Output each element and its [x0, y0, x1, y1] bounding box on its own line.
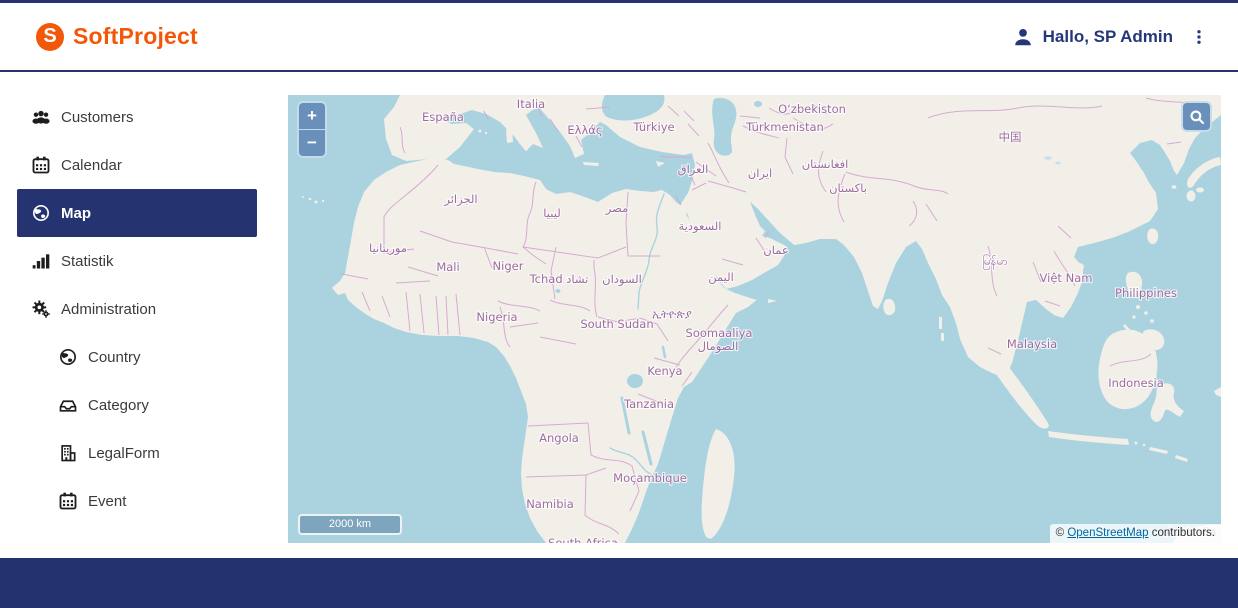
zoom-control: + − — [297, 101, 327, 158]
sidebar-item-label: Category — [88, 397, 149, 414]
map-label: عمان — [763, 243, 788, 257]
map-label: Ελλάς — [567, 123, 602, 137]
map-label: Soomaaliya — [686, 326, 753, 340]
calendar-icon — [30, 154, 52, 176]
map-label: Indonesia — [1108, 376, 1164, 390]
gears-icon — [30, 298, 52, 320]
map-label: South Africa — [548, 536, 618, 543]
sidebar-item-calendar[interactable]: Calendar — [0, 141, 288, 189]
map-label: مصر — [605, 201, 628, 216]
map-label: الجزائر — [443, 192, 477, 207]
map-label: Mali — [436, 260, 459, 274]
kebab-menu-icon[interactable] — [1190, 27, 1208, 47]
sidebar-item-legalform[interactable]: LegalForm — [0, 429, 288, 477]
bar-chart-icon — [30, 250, 52, 272]
zoom-out-button[interactable]: − — [299, 130, 325, 156]
zoom-in-button[interactable]: + — [299, 103, 325, 129]
map-label: افغانستان — [802, 157, 849, 171]
attribution-prefix: © — [1056, 527, 1068, 539]
user-icon — [1012, 26, 1034, 48]
map-label: Nigeria — [476, 310, 517, 324]
globe-icon — [30, 202, 52, 224]
sidebar-item-label: Country — [88, 349, 141, 366]
map-label: ايران — [748, 166, 772, 181]
map-label: السودان — [602, 272, 642, 287]
map-label: Philippines — [1115, 286, 1177, 300]
sidebar-item-label: Calendar — [61, 157, 122, 174]
map-label: South Sudan — [580, 317, 653, 331]
map-label: Namibia — [526, 497, 574, 511]
calendar-icon — [57, 490, 79, 512]
user-greeting: Hallo, SP Admin — [1043, 27, 1173, 47]
map-label: Tanzania — [623, 397, 674, 411]
map-label: 中国 — [999, 130, 1022, 144]
sidebar-item-label: Statistik — [61, 253, 114, 270]
sidebar-nav: Customers Calendar — [0, 93, 288, 525]
sidebar-item-statistik[interactable]: Statistik — [0, 237, 288, 285]
map-label: Kenya — [647, 364, 682, 378]
world-map[interactable]: España Italia Ελλάς Türkiye O‘zbekiston Türkm… — [288, 95, 1221, 543]
geocoder-control — [1181, 101, 1212, 132]
sidebar-item-label: Administration — [61, 301, 156, 318]
map-label: Tchad تشاد — [529, 272, 589, 286]
sidebar-item-label: LegalForm — [88, 445, 160, 462]
softproject-logo-icon: S — [36, 23, 64, 51]
sidebar-item-event[interactable]: Event — [0, 477, 288, 525]
search-icon — [1188, 108, 1206, 126]
map-label: Angola — [539, 431, 579, 445]
globe-icon — [57, 346, 79, 368]
map-label: Türkmenistan — [745, 120, 824, 134]
map-label: Italia — [517, 97, 545, 111]
map-label: O‘zbekiston — [778, 102, 846, 116]
sidebar-item-map[interactable]: Map — [17, 189, 257, 237]
openstreetmap-link[interactable]: OpenStreetMap — [1067, 527, 1148, 539]
map-label: العراق — [678, 162, 709, 177]
sidebar-item-administration[interactable]: Administration — [0, 285, 288, 333]
map-label: Niger — [493, 259, 524, 273]
map-label: اليمن — [708, 270, 734, 285]
map-label: موريتانيا — [369, 241, 407, 256]
map-label: မြန်မာ — [982, 254, 1008, 270]
people-icon — [30, 106, 52, 128]
sidebar-item-label: Customers — [61, 109, 134, 126]
map-scale-bar: 2000 km — [298, 514, 402, 535]
map-label: Malaysia — [1007, 337, 1057, 351]
tray-icon — [57, 394, 79, 416]
app-header: S SoftProject Hallo, SP Admin — [0, 3, 1238, 70]
brand-logo[interactable]: S SoftProject — [36, 23, 198, 51]
map-label: السعودية — [679, 219, 722, 234]
map-label: Moçambique — [613, 471, 687, 485]
map-label: España — [422, 110, 464, 124]
map-label: Việt Nam — [1040, 271, 1093, 285]
building-icon — [57, 442, 79, 464]
map-label: ኢትዮጵያ — [652, 307, 692, 321]
attribution-suffix: contributors. — [1149, 527, 1215, 539]
sidebar-item-category[interactable]: Category — [0, 381, 288, 429]
map-attribution: © OpenStreetMap contributors. — [1050, 524, 1221, 543]
map-label: باكستان — [829, 181, 867, 195]
brand-name: SoftProject — [73, 23, 198, 50]
map-label: ليبيا — [543, 206, 560, 220]
search-button[interactable] — [1183, 103, 1210, 130]
sidebar-item-country[interactable]: Country — [0, 333, 288, 381]
map-label: Türkiye — [632, 120, 674, 134]
map-label: الصومال — [698, 339, 739, 354]
sidebar-item-label: Map — [61, 205, 91, 222]
sidebar-item-customers[interactable]: Customers — [0, 93, 288, 141]
sidebar-item-label: Event — [88, 493, 126, 510]
footer-bar — [0, 558, 1238, 608]
